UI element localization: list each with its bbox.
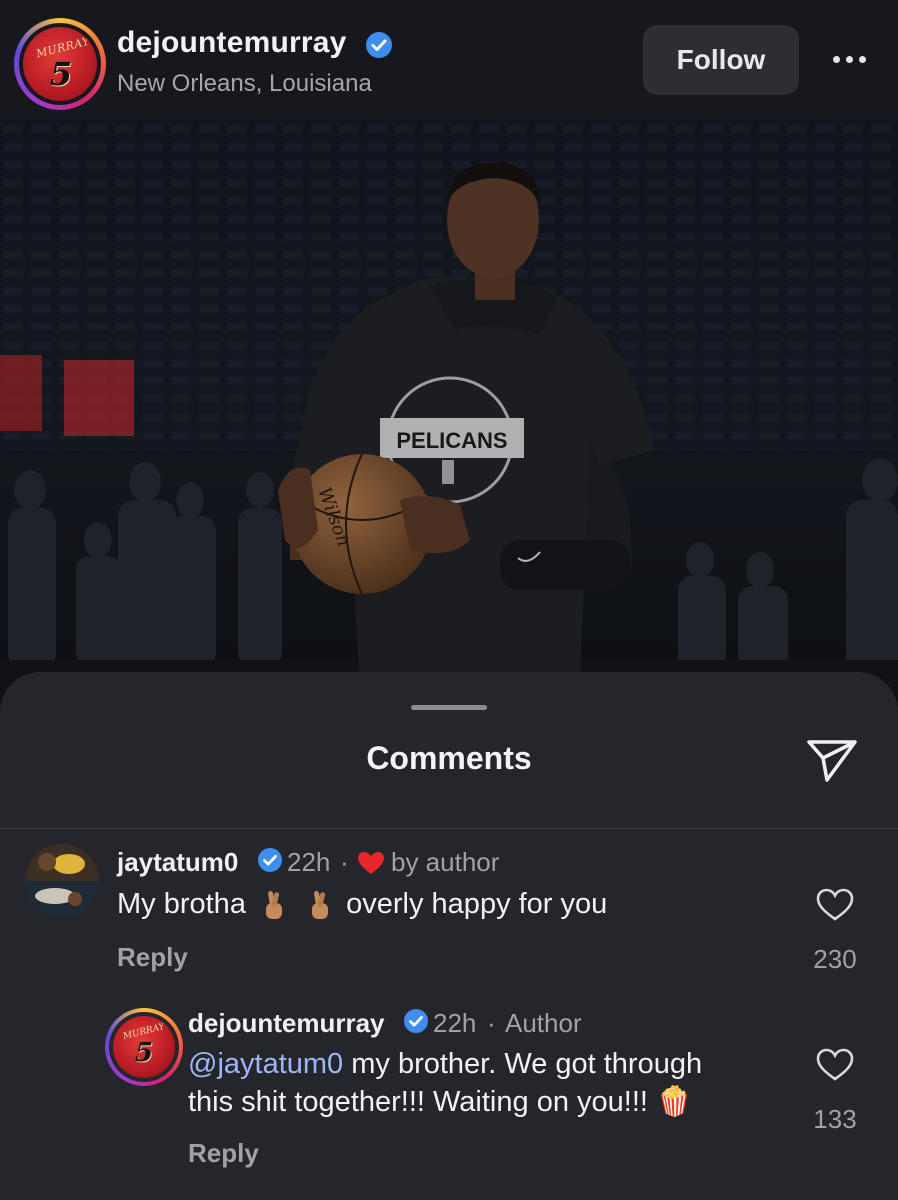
more-options-icon[interactable] — [826, 44, 872, 74]
comment-text-end: overly happy for you — [346, 888, 608, 920]
reply-text-line1: my brother. We got through — [343, 1048, 703, 1080]
avatar-jersey-number: 5 — [49, 55, 73, 93]
post-author-username[interactable]: dejountemurray — [117, 26, 347, 60]
like-count: 230 — [813, 944, 857, 974]
verified-badge-icon — [258, 848, 282, 872]
reply-time: 22h — [433, 1008, 477, 1038]
sheet-grabber[interactable] — [411, 705, 487, 710]
comments-sheet: Comments jaytatum0 22h · by author My br… — [0, 672, 898, 1200]
crossed-fingers-emoji — [312, 891, 329, 920]
photo-illustration: PELICANS Wilson — [0, 120, 898, 720]
comments-title: Comments — [366, 740, 532, 776]
reply-text: @jaytatum0 my brother. We got through th… — [188, 1046, 798, 1121]
verified-badge-icon — [404, 1009, 428, 1033]
like-count: 133 — [813, 1104, 857, 1134]
sheet-divider — [0, 828, 898, 829]
reply-username[interactable]: dejountemurray — [188, 1008, 385, 1039]
comment-username[interactable]: jaytatum0 — [117, 847, 238, 878]
post-photo[interactable]: PELICANS Wilson — [0, 120, 898, 720]
meta-separator: · — [487, 1008, 496, 1038]
post-header: MURRAY 5 dejountemurray New Orleans, Lou… — [0, 0, 898, 120]
reply-author-avatar[interactable]: MURRAY 5 — [105, 1008, 183, 1086]
heart-icon[interactable] — [816, 888, 854, 922]
user-mention-link[interactable]: @jaytatum0 — [188, 1048, 343, 1080]
reply-text-line2: this shit together!!! Waiting on you!!! — [188, 1086, 648, 1118]
red-heart-icon — [358, 852, 384, 874]
avatar-jersey-number: 5 — [134, 1038, 154, 1068]
profile-avatar[interactable]: MURRAY 5 — [14, 18, 106, 110]
follow-button[interactable]: Follow — [643, 25, 799, 95]
verified-badge-icon — [366, 32, 392, 58]
popcorn-emoji: 🍿 — [656, 1084, 693, 1118]
post-location[interactable]: New Orleans, Louisiana — [117, 70, 372, 98]
comment-text: My brotha overly happy for you — [117, 886, 607, 923]
share-send-icon[interactable] — [805, 736, 859, 784]
author-badge: Author — [505, 1008, 582, 1038]
comment-text-start: My brotha — [117, 888, 246, 920]
crossed-fingers-emoji — [266, 891, 283, 920]
liked-by-author-label: by author — [391, 847, 500, 877]
heart-icon[interactable] — [816, 1048, 854, 1082]
reply-button[interactable]: Reply — [188, 1138, 259, 1169]
meta-separator: · — [340, 847, 349, 877]
commenter-avatar[interactable] — [25, 844, 99, 918]
comment-time: 22h — [287, 847, 331, 877]
reply-button[interactable]: Reply — [117, 942, 188, 973]
